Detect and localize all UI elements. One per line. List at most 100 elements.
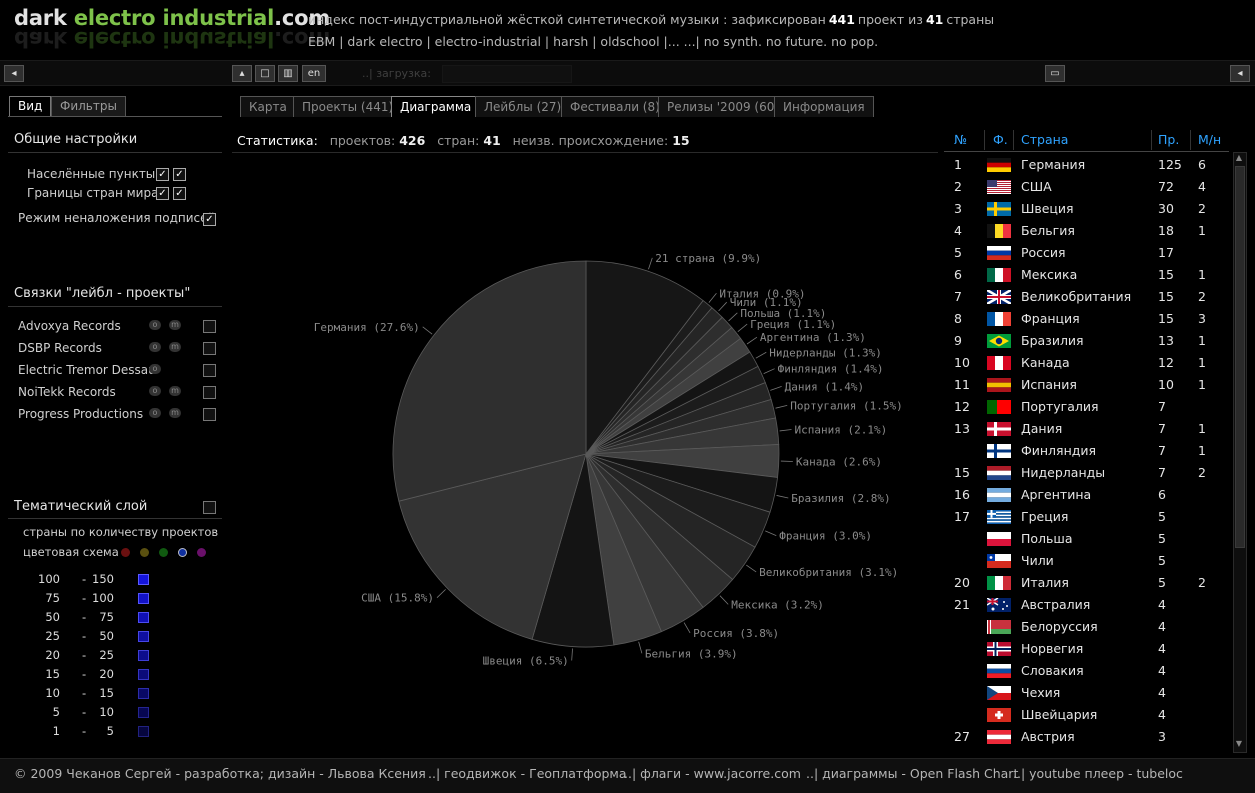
col-header-flag[interactable]: Ф. — [993, 132, 1008, 147]
table-row-country[interactable]: Греция — [1021, 509, 1068, 524]
label-item: Electric Tremor Dessau — [18, 363, 156, 377]
color-scheme-option[interactable] — [121, 548, 130, 557]
range-from: 15 — [45, 667, 60, 681]
square-icon: □ — [260, 68, 269, 79]
tab-info[interactable]: Информация — [774, 96, 874, 117]
scrollbar-thumb[interactable] — [1235, 166, 1245, 548]
table-row-projects: 6 — [1158, 487, 1166, 502]
table-row-country[interactable]: Швейцария — [1021, 707, 1097, 722]
col-header-num[interactable]: № — [954, 132, 967, 147]
label-m-toggle[interactable]: m — [169, 320, 181, 330]
table-row-country[interactable]: Швеция — [1021, 201, 1074, 216]
table-row-country[interactable]: Австралия — [1021, 597, 1090, 612]
borders-checkbox[interactable]: ✓ — [156, 187, 169, 200]
arrow-up-icon: ▴ — [239, 68, 244, 79]
table-row-country[interactable]: Финляндия — [1021, 443, 1096, 458]
country-flag-icon — [987, 378, 1011, 392]
table-row-country[interactable]: Франция — [1021, 311, 1080, 326]
tab-projects[interactable]: Проекты (441) — [293, 96, 402, 117]
col-header-projects[interactable]: Пр. — [1158, 132, 1179, 147]
scroll-down-icon[interactable]: ▼ — [1234, 739, 1244, 749]
label-o-toggle[interactable]: o — [149, 320, 161, 330]
tab-underline — [8, 116, 222, 117]
language-button[interactable]: en — [302, 65, 326, 82]
table-row-country[interactable]: Россия — [1021, 245, 1066, 260]
table-row-country[interactable]: Словакия — [1021, 663, 1084, 678]
table-row-country[interactable]: Польша — [1021, 531, 1073, 546]
table-row-num: 21 — [954, 597, 970, 612]
label-checkbox[interactable] — [203, 320, 216, 333]
table-row-country[interactable]: Канада — [1021, 355, 1070, 370]
tab-view[interactable]: Вид — [9, 96, 51, 116]
scroll-up-icon[interactable]: ▲ — [1234, 153, 1244, 163]
pie-label-leader — [423, 327, 432, 334]
collapse-right-button[interactable]: ◂ — [1230, 65, 1250, 82]
table-row-country[interactable]: Аргентина — [1021, 487, 1091, 502]
table-row-country[interactable]: Великобритания — [1021, 289, 1131, 304]
table-row-country[interactable]: Австрия — [1021, 729, 1075, 744]
tab-filters[interactable]: Фильтры — [51, 96, 126, 116]
label-checkbox[interactable] — [203, 364, 216, 377]
label-checkbox[interactable] — [203, 408, 216, 421]
col-divider — [1190, 130, 1191, 150]
label-m-toggle[interactable]: m — [169, 342, 181, 352]
footer-flags-link[interactable]: ..| флаги - www.jacorre.com — [624, 766, 801, 781]
table-row-country[interactable]: США — [1021, 179, 1052, 194]
label-checkbox[interactable] — [203, 386, 216, 399]
table-row-country[interactable]: Бразилия — [1021, 333, 1084, 348]
color-scheme-option[interactable] — [140, 548, 149, 557]
label-checkbox[interactable] — [203, 342, 216, 355]
table-row-mn: 2 — [1198, 289, 1206, 304]
table-row-country[interactable]: Чили — [1021, 553, 1054, 568]
label-m-toggle[interactable]: m — [169, 386, 181, 396]
tab-festivals[interactable]: Фестивали (8) — [561, 96, 669, 117]
table-row-country[interactable]: Бельгия — [1021, 223, 1075, 238]
window-button[interactable]: □ — [255, 65, 275, 82]
pie-slice-label: Аргентина (1.3%) — [760, 331, 866, 344]
footer-youtube-link[interactable]: ..| youtube плеер - tubeloc — [1013, 766, 1183, 781]
table-row-country[interactable]: Норвегия — [1021, 641, 1083, 656]
footer-geoengine-link[interactable]: ..| геодвижок - Геоплатформа — [428, 766, 627, 781]
label-o-toggle[interactable]: o — [149, 364, 161, 374]
panel-toggle-button[interactable]: ▭ — [1045, 65, 1065, 82]
borders-labels-checkbox[interactable]: ✓ — [173, 187, 186, 200]
color-scheme-option[interactable] — [197, 548, 206, 557]
col-header-mn[interactable]: М/н — [1198, 132, 1221, 147]
table-row-country[interactable]: Мексика — [1021, 267, 1077, 282]
label-item: NoiTekk Records — [18, 385, 116, 399]
color-scheme-option[interactable] — [178, 548, 187, 557]
thematic-layer-checkbox[interactable] — [203, 501, 216, 514]
table-row-num: 8 — [954, 311, 962, 326]
label-o-toggle[interactable]: o — [149, 386, 161, 396]
tab-labels[interactable]: Лейблы (27) — [475, 96, 570, 117]
tab-map[interactable]: Карта — [240, 96, 296, 117]
col-divider — [1151, 130, 1152, 150]
label-o-toggle[interactable]: o — [149, 408, 161, 418]
table-row-country[interactable]: Германия — [1021, 157, 1085, 172]
table-row-country[interactable]: Нидерланды — [1021, 465, 1105, 480]
collapse-left-button[interactable]: ◂ — [4, 65, 24, 82]
table-row-country[interactable]: Италия — [1021, 575, 1069, 590]
table-row-mn: 2 — [1198, 201, 1206, 216]
table-row-country[interactable]: Испания — [1021, 377, 1077, 392]
columns-button[interactable]: ▥ — [278, 65, 298, 82]
label-o-toggle[interactable]: o — [149, 342, 161, 352]
range-color-swatch — [138, 726, 149, 737]
table-row-country[interactable]: Чехия — [1021, 685, 1060, 700]
settlements-checkbox[interactable]: ✓ — [156, 168, 169, 181]
table-row-projects: 15 — [1158, 289, 1174, 304]
footer-charts-link[interactable]: ..| диаграммы - Open Flash Chart — [806, 766, 1018, 781]
tab-releases[interactable]: Релизы '2009 (60) — [658, 96, 788, 117]
label-m-toggle[interactable]: m — [169, 408, 181, 418]
table-row-country[interactable]: Португалия — [1021, 399, 1099, 414]
table-row-country[interactable]: Белоруссия — [1021, 619, 1098, 634]
arrow-up-button[interactable]: ▴ — [232, 65, 252, 82]
color-scheme-option[interactable] — [159, 548, 168, 557]
tab-diagram[interactable]: Диаграмма — [391, 96, 480, 117]
table-row-country[interactable]: Дания — [1021, 421, 1062, 436]
settlements-labels-checkbox[interactable]: ✓ — [173, 168, 186, 181]
country-flag-icon — [987, 532, 1011, 546]
nooverlap-checkbox[interactable]: ✓ — [203, 213, 216, 226]
col-header-country[interactable]: Страна — [1021, 132, 1068, 147]
country-flag-icon — [987, 224, 1011, 238]
